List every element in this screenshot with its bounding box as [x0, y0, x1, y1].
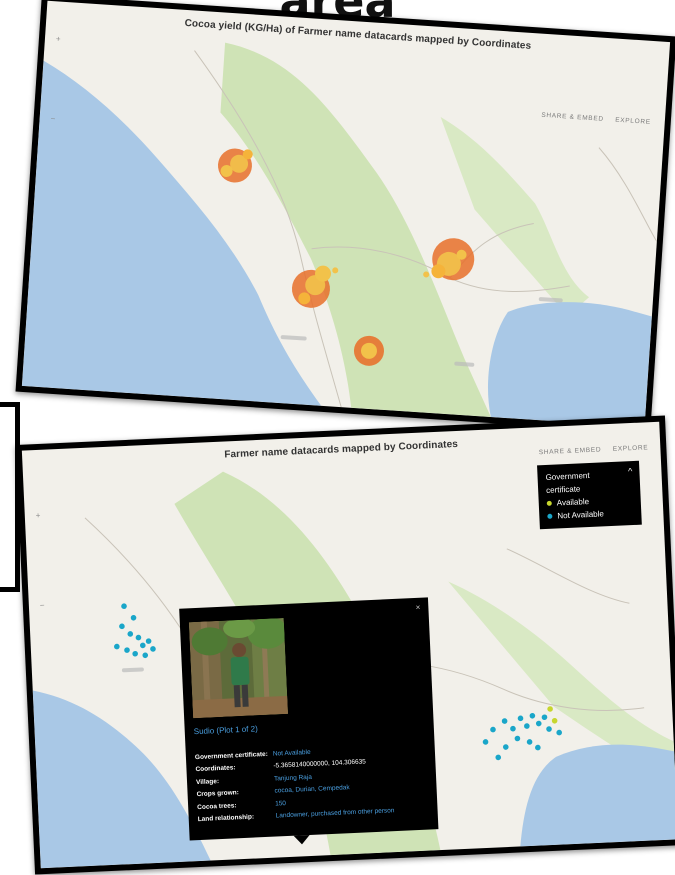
- zoom-out-button[interactable]: −: [50, 114, 55, 123]
- detail-key: Village:: [195, 777, 220, 786]
- farmer-map-card: Farmer name datacards mapped by Coordina…: [15, 415, 675, 875]
- detail-key: Coordinates:: [195, 764, 236, 774]
- yield-map-screen[interactable]: Cocoa yield (KG/Ha) of Farmer name datac…: [21, 0, 671, 428]
- point-cluster-west[interactable]: [112, 602, 156, 659]
- legend-collapse-icon[interactable]: ^: [628, 465, 633, 478]
- zoom-in-button[interactable]: +: [56, 34, 61, 43]
- available-dot-icon: [546, 500, 552, 506]
- detail-value: Tanjung Raja: [273, 773, 313, 783]
- detail-key: Land relationship:: [197, 813, 255, 824]
- detail-value: 150: [274, 799, 287, 808]
- point-cluster-east[interactable]: [481, 706, 563, 761]
- bubble-cluster-north[interactable]: [217, 147, 253, 183]
- not-available-dot-icon: [547, 513, 553, 519]
- detail-value: Landowner, purchased from other person: [275, 807, 395, 820]
- bubble-cluster-central[interactable]: [291, 264, 339, 310]
- datacard-popup: × Sudio (Plot 1 of 2) Government certifi…: [179, 597, 439, 845]
- close-icon[interactable]: ×: [415, 603, 420, 612]
- legend-label-not-available: Not Available: [557, 509, 605, 521]
- zoom-in-button[interactable]: +: [36, 511, 41, 520]
- detail-value: cocoa, Durian, Cempedak: [274, 784, 350, 795]
- bubble-cluster-south[interactable]: [353, 335, 385, 367]
- certificate-legend: ^ Government certificate Available Not A…: [537, 460, 642, 530]
- datacard-details: Government certificate: Not Available Co…: [195, 740, 433, 826]
- yield-map-card: Cocoa yield (KG/Ha) of Farmer name datac…: [15, 0, 675, 434]
- popup-pointer: [293, 835, 310, 845]
- yield-bubbles: [217, 147, 476, 367]
- detail-key: Government certificate:: [194, 750, 268, 761]
- farmer-map-screen[interactable]: Farmer name datacards mapped by Coordina…: [21, 421, 675, 869]
- zoom-out-button[interactable]: −: [40, 601, 45, 610]
- bubble-cluster-east[interactable]: [423, 236, 476, 281]
- detail-key: Cocoa trees:: [197, 802, 237, 811]
- legend-item-not-available[interactable]: Not Available: [547, 506, 634, 523]
- detail-value: Not Available: [272, 748, 311, 758]
- detail-key: Crops grown:: [196, 789, 240, 799]
- plot-caption[interactable]: Sudio (Plot 1 of 2): [194, 724, 258, 736]
- farmer-photo: [188, 617, 289, 719]
